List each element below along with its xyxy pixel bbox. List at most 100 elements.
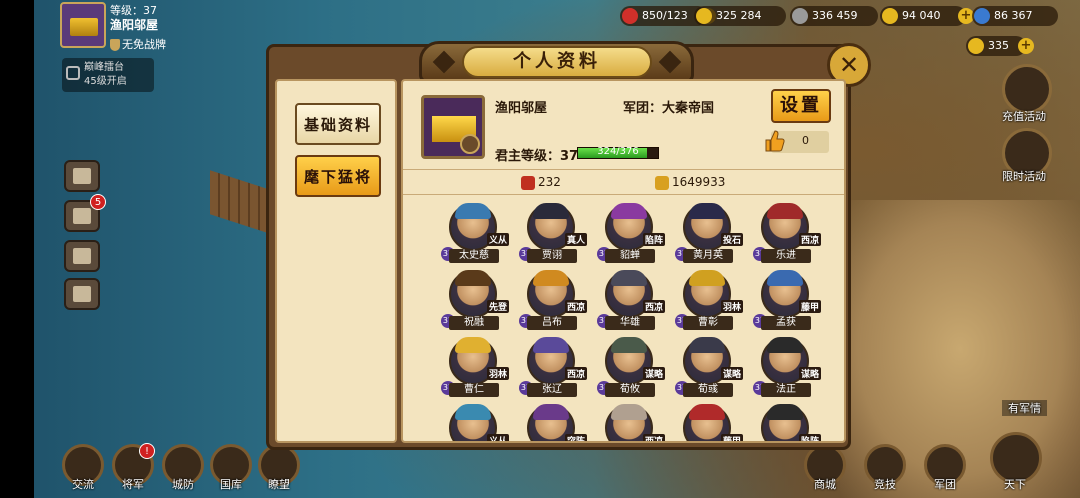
hero-helmet (689, 270, 725, 286)
hero-helmet (611, 270, 647, 286)
scroll-icon (73, 208, 91, 224)
resource-value: 325 284 (716, 9, 762, 22)
hero-card[interactable]: 陷阵 37 貂蝉 (597, 203, 665, 269)
hero-card[interactable]: 义从37沧蓝 (441, 404, 509, 441)
hero-helmet (455, 404, 491, 420)
resource-icon (882, 8, 898, 24)
hero-helmet (455, 203, 491, 219)
resource-value: 335 (988, 39, 1009, 52)
shop-label: 商城 (814, 478, 836, 491)
hero-card[interactable]: 义从 37 太史慈 (441, 203, 509, 269)
peak-arena-locked[interactable]: 巅峰擂台 45级开启 (62, 58, 154, 92)
quest-badge: 5 (90, 194, 106, 210)
tab-basic-info[interactable]: 基础资料 (295, 103, 381, 145)
dialog-title-bar: 个人资料 (419, 41, 694, 83)
hero-card[interactable]: 西凉 37 吕布 (519, 270, 587, 336)
thumbs-up-icon (765, 130, 785, 152)
mail-button[interactable] (64, 160, 100, 192)
hero-card[interactable]: 羽林 37 曹仁 (441, 337, 509, 403)
resource-icon (792, 8, 808, 24)
player-avatar[interactable] (60, 2, 106, 48)
treasury-label: 国库 (220, 478, 242, 491)
player-card[interactable]: 等级：37 渔阳邬屋 无免战牌 (60, 0, 218, 56)
hero-helmet (611, 404, 647, 420)
hero-card[interactable]: 先登 37 祝融 (441, 270, 509, 336)
profile-legion: 军团：大秦帝国 (623, 101, 715, 116)
hero-name: 荀攸 (605, 383, 655, 397)
hero-card[interactable]: 谋略 37 荀攸 (597, 337, 665, 403)
dialog-tab-panel: 基础资料 麾下猛将 (275, 79, 397, 443)
hero-card[interactable]: 谋略 37 法正 (753, 337, 821, 403)
recharge-event-button[interactable] (1002, 64, 1052, 114)
dialog-title: 个人资料 (513, 51, 601, 72)
resource-counter: 325 284 (694, 6, 786, 26)
hero-name: 吕布 (527, 316, 577, 330)
hero-troop-type: 谋略 (798, 367, 821, 380)
hero-troop-type: 投石 (720, 233, 743, 246)
hero-card[interactable]: 西凉 37 乐进 (753, 203, 821, 269)
hero-troop-type: 谋略 (642, 367, 665, 380)
like-box[interactable]: 0 (765, 130, 829, 153)
hero-troop-type: 羽林 (486, 367, 509, 380)
hero-card[interactable]: 西凉37纪灵 (597, 404, 665, 441)
hero-name: 法正 (761, 383, 811, 397)
hero-name: 荀彧 (683, 383, 733, 397)
resource-icon (974, 8, 990, 24)
hero-helmet (533, 270, 569, 286)
exp-bar: 324/376 (577, 146, 659, 159)
generals-label: 将军 (122, 478, 144, 491)
quest-button[interactable]: 5 (64, 194, 106, 232)
hero-helmet (455, 270, 491, 286)
calendar-icon (73, 248, 91, 264)
hero-card[interactable]: 突陈37李严 (519, 404, 587, 441)
calendar-button[interactable] (64, 240, 100, 272)
like-count: 0 (802, 134, 809, 147)
shield-status: 无免战牌 (110, 36, 166, 52)
stats-row: 232 1649933 (403, 169, 844, 195)
hero-card[interactable]: 谋略 37 荀彧 (675, 337, 743, 403)
add-resource-button[interactable]: + (1018, 38, 1034, 54)
hero-card[interactable]: 藤甲 37 孟获 (753, 270, 821, 336)
power-value: 1649933 (672, 175, 726, 189)
resource-value: 336 459 (812, 9, 858, 22)
swap-avatar-icon[interactable] (460, 134, 480, 154)
hero-troop-type: 义从 (486, 434, 509, 441)
limited-event-label: 限时活动 (1002, 170, 1046, 183)
hero-helmet (533, 203, 569, 219)
trophy-icon (73, 286, 91, 302)
hero-helmet (767, 337, 803, 353)
hero-card[interactable]: 真人 37 贾诩 (519, 203, 587, 269)
hero-card[interactable]: 投石 37 黄月英 (675, 203, 743, 269)
hero-card[interactable]: 西凉 37 华雄 (597, 270, 665, 336)
shield-icon (110, 39, 120, 51)
military-news-label[interactable]: 有军情 (1002, 400, 1047, 416)
hero-card[interactable]: 羽林 37 曹彰 (675, 270, 743, 336)
hero-troop-type: 突陈 (564, 434, 587, 441)
resource-counter: 336 459 (790, 6, 878, 26)
hero-card[interactable]: 西凉 37 张辽 (519, 337, 587, 403)
hero-helmet (689, 203, 725, 219)
profile-avatar[interactable] (421, 95, 485, 159)
lord-level: 君主等级：37 (495, 149, 579, 164)
hero-troop-type: 藤甲 (720, 434, 743, 441)
hero-helmet (533, 337, 569, 353)
resource-value: 850/123 (642, 9, 688, 22)
hero-card[interactable]: 藤甲37樊稠 (675, 404, 743, 441)
hero-troop-type: 谋略 (720, 367, 743, 380)
power-stat: 1649933 (655, 175, 725, 190)
wooden-dock (210, 170, 270, 234)
troops-value: 232 (538, 175, 561, 189)
ranking-button[interactable] (64, 278, 100, 310)
hero-troop-type: 先登 (486, 300, 509, 313)
hero-troop-type: 西凉 (564, 300, 587, 313)
settings-button[interactable]: 设置 (771, 89, 831, 123)
hero-card[interactable]: 陷阵37胡车儿 (753, 404, 821, 441)
diamond-ornament-icon (432, 50, 456, 74)
resource-value: 86 367 (994, 9, 1033, 22)
hero-name: 张辽 (527, 383, 577, 397)
legion-label: 军团 (934, 478, 956, 491)
tab-my-generals[interactable]: 麾下猛将 (295, 155, 381, 197)
lock-icon (66, 66, 80, 80)
hero-helmet (611, 337, 647, 353)
hero-helmet (767, 270, 803, 286)
